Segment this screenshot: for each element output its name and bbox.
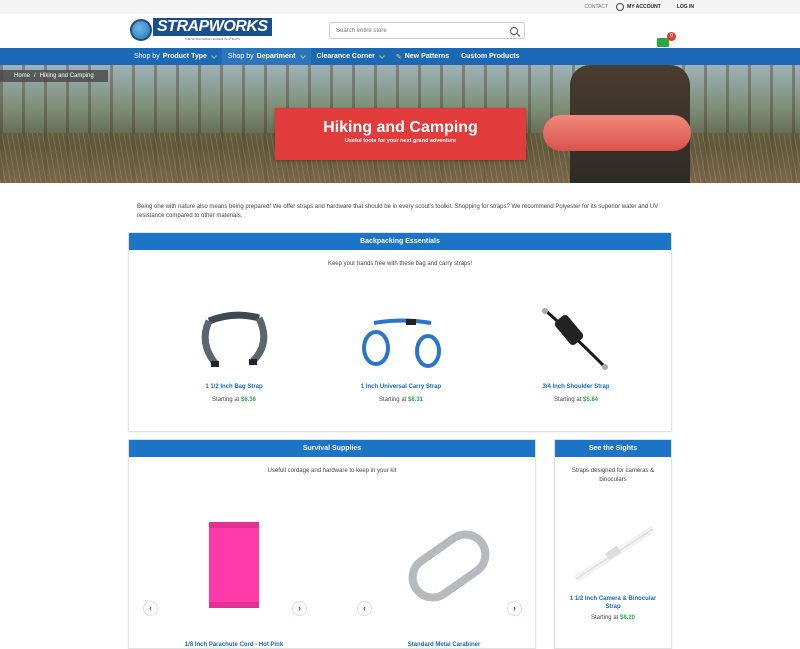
- brand-tagline: THE WORLDWIDE LEADER IN STRAPS: [184, 37, 240, 41]
- carry-strap-image: [362, 318, 441, 368]
- camera-strap-image: [574, 526, 655, 582]
- site-logo[interactable]: STRAPWORKS THE WORLDWIDE LEADER IN STRAP…: [130, 18, 272, 41]
- contact-link[interactable]: CONTACT: [584, 4, 608, 10]
- carousel-prev-button[interactable]: ‹: [143, 601, 158, 616]
- site-header: STRAPWORKS THE WORLDWIDE LEADER IN STRAP…: [0, 14, 800, 48]
- search-input[interactable]: [336, 27, 510, 34]
- cart-button[interactable]: 0: [657, 32, 676, 48]
- product-card[interactable]: Standard Metal Carabiner: [379, 528, 509, 649]
- top-bar: CONTACT MY ACCOUNT LOG IN: [0, 0, 800, 14]
- page-title: Hiking and Camping: [323, 119, 478, 136]
- carabiner-image: [408, 530, 490, 602]
- paracord-spool-image: [209, 522, 259, 608]
- panel-title: See the Sights: [555, 440, 671, 457]
- user-icon: [616, 3, 625, 11]
- nav-product-type[interactable]: Shop by Product Type: [128, 48, 222, 65]
- breadcrumb: Home / Hiking and Camping: [0, 70, 108, 82]
- breadcrumb-current: Hiking and Camping: [39, 73, 94, 79]
- product-card[interactable]: 1 1/2 Inch Camera & Binocular Strap Star…: [563, 515, 663, 621]
- intro-text: Being one with nature also means being p…: [137, 204, 659, 219]
- nav-new-patterns[interactable]: ✎ New Patterns: [390, 48, 455, 65]
- login-link[interactable]: LOG IN: [677, 4, 694, 10]
- category-banner: Hiking and Camping Useful tools for your…: [275, 108, 526, 160]
- pencil-icon: ✎: [395, 53, 402, 61]
- panel-title: Backpacking Essentials: [129, 233, 671, 250]
- panel-title: Survival Supplies: [129, 440, 535, 457]
- product-name[interactable]: 1/8 Inch Parachute Cord - Hot Pink: [174, 641, 294, 649]
- product-card[interactable]: 1 Inch Universal Carry Strap Starting at…: [336, 303, 466, 403]
- product-name[interactable]: 1 1/2 Inch Camera & Binocular Strap: [563, 595, 663, 611]
- globe-icon: [130, 18, 152, 41]
- product-name[interactable]: 1 1/2 Inch Bag Strap: [169, 383, 299, 391]
- carousel-next-button[interactable]: ›: [292, 601, 307, 616]
- product-price: $8.31: [408, 397, 424, 403]
- nav-clearance[interactable]: Clearance Corner: [311, 48, 390, 65]
- hero-image: Home / Hiking and Camping Hiking and Campi…: [0, 65, 800, 183]
- product-card[interactable]: 3/4 Inch Shoulder Strap Starting at $5.8…: [511, 303, 641, 403]
- breadcrumb-home[interactable]: Home: [14, 73, 30, 79]
- shoulder-strap-image: [542, 308, 608, 370]
- product-name[interactable]: 1 Inch Universal Carry Strap: [336, 383, 466, 391]
- product-price: $8.20: [620, 615, 636, 621]
- my-account-label: MY ACCOUNT: [627, 4, 661, 10]
- carousel-next-button[interactable]: ›: [507, 601, 522, 616]
- bag-strap-image: [201, 311, 268, 367]
- nav-department[interactable]: Shop by Department: [221, 48, 311, 65]
- sleeping-mat-image: [543, 115, 691, 151]
- sights-panel: See the Sights Straps designed for camer…: [554, 439, 672, 649]
- product-card[interactable]: 1 1/2 Inch Bag Strap Starting at $6.36: [169, 303, 299, 403]
- carousel-prev-button[interactable]: ‹: [357, 601, 372, 616]
- panel-subtitle: Keep your hands free with these bag and …: [327, 261, 473, 267]
- main-nav: Shop by Product Type Shop by Department Cl…: [0, 48, 800, 65]
- product-name[interactable]: 3/4 Inch Shoulder Strap: [511, 383, 641, 391]
- brand-name: STRAPWORKS: [153, 18, 272, 36]
- chevron-down-icon: [299, 52, 306, 59]
- my-account-link[interactable]: MY ACCOUNT: [616, 3, 661, 11]
- panel-subtitle: Straps designed for cameras & binoculars: [571, 468, 655, 483]
- backpacking-panel: Backpacking Essentials Keep your hands f…: [128, 232, 672, 432]
- product-card[interactable]: 1/8 Inch Parachute Cord - Hot Pink: [174, 518, 294, 649]
- product-name[interactable]: Standard Metal Carabiner: [379, 641, 509, 649]
- cart-count-badge: 0: [667, 32, 676, 41]
- chevron-down-icon: [379, 52, 385, 59]
- nav-custom-products[interactable]: Custom Products: [455, 48, 525, 65]
- product-price: $5.84: [583, 397, 599, 403]
- chevron-down-icon: [211, 52, 217, 59]
- search-icon[interactable]: [510, 26, 518, 35]
- page-subtitle: Useful tools for your next grand adventu…: [344, 138, 457, 144]
- product-price: $6.36: [241, 397, 257, 403]
- survival-panel: Survival Supplies Usefull cordage and ha…: [128, 439, 536, 649]
- search-box: [329, 22, 525, 39]
- panel-subtitle: Usefull cordage and hardware to keep in …: [267, 468, 397, 474]
